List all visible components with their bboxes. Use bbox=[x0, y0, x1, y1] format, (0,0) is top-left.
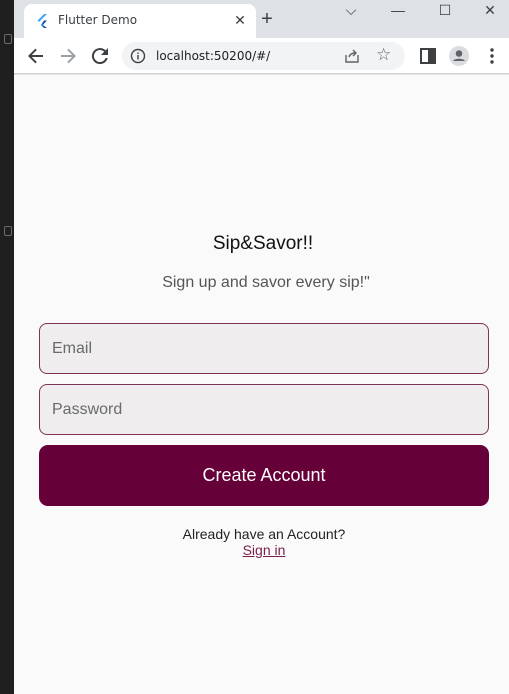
star-icon[interactable]: ☆ bbox=[376, 45, 391, 65]
browser-toolbar: localhost:50200/#/ ☆ bbox=[14, 38, 509, 74]
tab-title: Flutter Demo bbox=[58, 13, 138, 27]
editor-explorer-icon bbox=[4, 34, 12, 44]
new-tab-button[interactable]: + bbox=[256, 8, 278, 30]
side-panel-button[interactable] bbox=[416, 44, 440, 68]
flutter-icon bbox=[37, 14, 47, 28]
maximize-button[interactable]: ☐ bbox=[422, 0, 468, 20]
tab-search-dropdown-icon[interactable]: ⌵ bbox=[328, 0, 374, 20]
address-bar[interactable]: localhost:50200/#/ ☆ bbox=[122, 42, 405, 70]
back-button[interactable] bbox=[24, 44, 48, 68]
browser-window: Flutter Demo ✕ + ⌵ — ☐ ✕ localhost:50200… bbox=[14, 0, 509, 694]
background-editor-strip bbox=[0, 0, 14, 694]
browser-menu-button[interactable] bbox=[480, 44, 504, 68]
app-subtitle: Sign up and savor every sip!" bbox=[162, 274, 370, 291]
back-icon bbox=[28, 48, 43, 64]
editor-extensions-icon bbox=[4, 226, 12, 236]
minimize-button[interactable]: — bbox=[375, 0, 421, 20]
tab-strip: Flutter Demo ✕ + ⌵ — ☐ ✕ bbox=[14, 0, 509, 38]
forward-icon bbox=[61, 48, 76, 64]
sign-in-link[interactable]: Sign in bbox=[14, 542, 509, 558]
app-title: Sip&Savor!! bbox=[212, 233, 314, 254]
password-input[interactable] bbox=[40, 385, 488, 434]
email-field[interactable] bbox=[39, 323, 489, 374]
reload-button[interactable] bbox=[88, 44, 112, 68]
app-page: Sip&Savor!! Sign up and savor every sip!… bbox=[14, 75, 509, 694]
tab-close-icon[interactable]: ✕ bbox=[232, 12, 248, 28]
already-have-account-text: Already have an Account? bbox=[182, 526, 346, 542]
url-text[interactable]: localhost:50200/#/ bbox=[156, 49, 270, 63]
close-window-button[interactable]: ✕ bbox=[467, 0, 509, 20]
password-field[interactable] bbox=[39, 384, 489, 435]
share-icon[interactable] bbox=[344, 48, 360, 64]
menu-icon bbox=[490, 48, 494, 64]
profile-button[interactable] bbox=[447, 44, 471, 68]
info-icon[interactable] bbox=[130, 48, 146, 64]
browser-tab[interactable]: Flutter Demo ✕ bbox=[24, 4, 256, 38]
reload-icon bbox=[91, 48, 108, 65]
create-account-button[interactable]: Create Account bbox=[39, 445, 489, 506]
sidepanel-icon bbox=[420, 48, 436, 64]
profile-icon bbox=[449, 46, 469, 66]
forward-button[interactable] bbox=[56, 44, 80, 68]
email-input[interactable] bbox=[40, 324, 488, 373]
